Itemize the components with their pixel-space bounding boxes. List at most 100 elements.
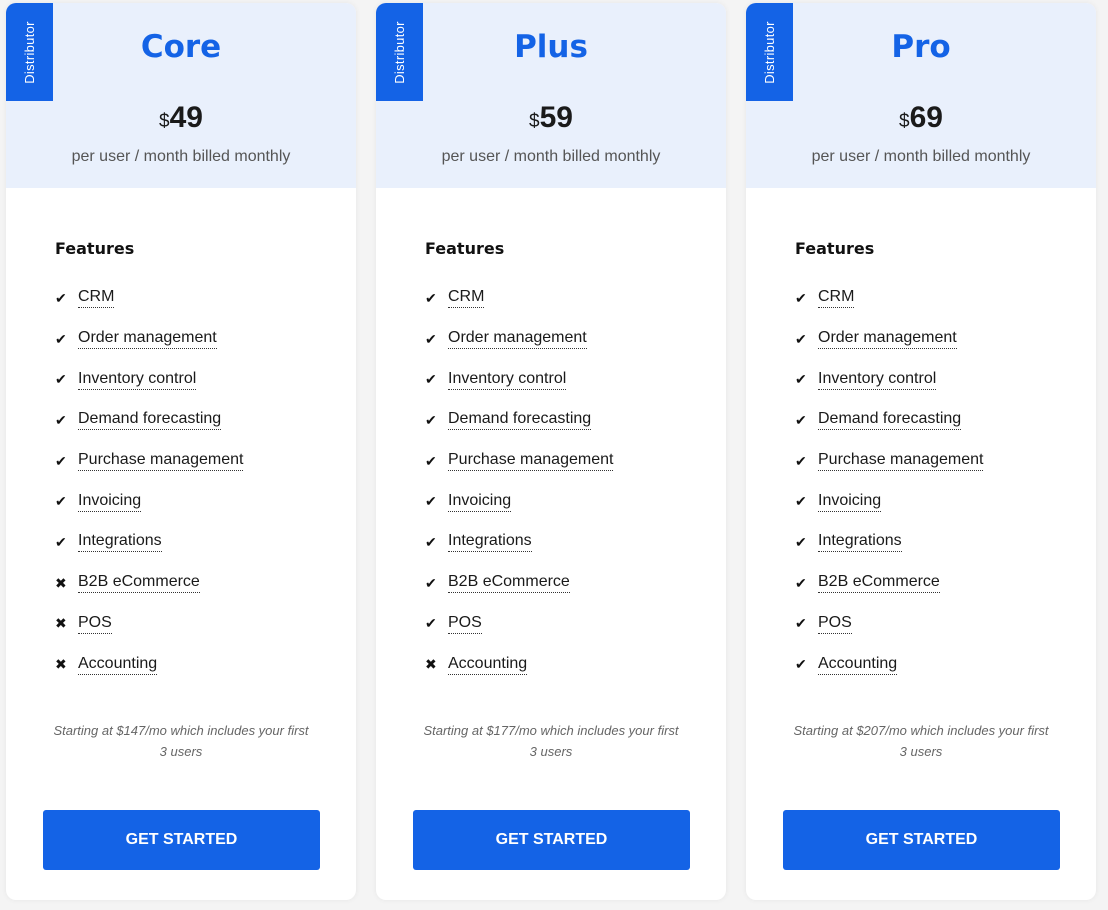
feature-label[interactable]: CRM [818,288,855,309]
features-list: Features ✔ CRM ✔ Order management ✔ Inventory… [795,239,984,685]
feature-label[interactable]: POS [448,614,482,634]
check-icon: ✔ [795,452,807,469]
check-icon: ✔ [795,615,807,632]
feature-label[interactable]: Invoicing [448,492,512,512]
feature-label[interactable]: Inventory control [448,370,567,390]
feature-item: ✔ CRM [425,278,613,319]
feature-label[interactable]: Integrations [448,532,532,553]
feature-label[interactable]: Inventory control [818,370,937,390]
feature-label[interactable]: Demand forecasting [818,410,962,431]
card-header: Distributor Core $49 per user / month bi… [6,3,356,188]
check-icon: ✔ [425,493,437,510]
check-icon: ✔ [425,330,437,347]
feature-label[interactable]: Purchase management [448,451,614,472]
feature-label[interactable]: Invoicing [818,492,882,512]
price-amount: 49 [169,101,203,134]
feature-label[interactable]: Order management [448,329,587,350]
check-icon: ✔ [795,493,807,510]
feature-item: ✔ Demand forecasting [55,400,243,441]
feature-label[interactable]: Order management [818,329,957,350]
feature-label[interactable]: Order management [78,329,217,350]
features-heading: Features [55,239,135,258]
feature-label[interactable]: Purchase management [78,451,244,472]
feature-label[interactable]: Accounting [78,655,158,675]
feature-label[interactable]: POS [818,614,852,634]
check-icon: ✔ [55,533,67,550]
feature-item: ✔ CRM [795,278,983,319]
check-icon: ✔ [795,411,807,428]
feature-item: ✔ Demand forecasting [425,400,613,441]
check-icon: ✔ [55,371,67,388]
plan-price: $49 [6,101,356,135]
feature-item: ✔ Inventory control [425,359,613,400]
plan-price: $69 [746,101,1096,135]
feature-item: ✔ Order management [425,319,613,360]
plan-price: $59 [376,101,726,135]
feature-label[interactable]: Integrations [78,532,162,553]
check-icon: ✔ [795,371,807,388]
plan-name: Pro [891,29,951,65]
billing-period: per user / month billed monthly [71,148,291,165]
feature-item: ✔ Purchase management [795,441,984,482]
features-heading: Features [425,239,505,258]
check-icon: ✔ [425,615,437,632]
feature-item: ✔ Order management [795,319,983,360]
billing-period: per user / month billed monthly [811,148,1031,165]
feature-label[interactable]: Integrations [818,532,902,553]
feature-item: ✔ Accounting [795,644,983,685]
check-icon: ✔ [425,289,437,306]
x-icon: ✖ [55,656,67,673]
feature-label[interactable]: Accounting [818,655,898,675]
feature-item: ✔ Demand forecasting [795,400,983,441]
check-icon: ✔ [795,289,807,306]
feature-label[interactable]: Demand forecasting [78,410,222,431]
pricing-card-plus: Distributor Plus $59 per user / month bi… [376,3,726,900]
currency-symbol: $ [529,111,540,132]
pricing-cards: Distributor Core $49 per user / month bi… [6,3,1096,900]
feature-label[interactable]: Accounting [448,655,528,675]
check-icon: ✔ [425,452,437,469]
starting-price-note: Starting at $207/mo which includes your … [793,723,1049,759]
starting-price-note: Starting at $147/mo which includes your … [53,723,309,759]
feature-label[interactable]: Inventory control [78,370,197,390]
features-list: Features ✔ CRM ✔ Order management ✔ Inventory… [425,239,614,685]
price-amount: 59 [539,101,573,134]
check-icon: ✔ [425,411,437,428]
feature-item: ✔ Invoicing [55,481,243,522]
feature-item: ✔ POS [795,604,983,645]
feature-label[interactable]: Purchase management [818,451,984,472]
feature-item: ✔ Order management [55,319,243,360]
feature-item: ✔ Integrations [425,522,613,563]
check-icon: ✔ [795,330,807,347]
feature-label[interactable]: CRM [78,288,115,309]
feature-item: ✔ POS [425,604,613,645]
feature-item: ✔ Inventory control [795,359,983,400]
get-started-button[interactable]: GET STARTED [413,810,690,870]
feature-label[interactable]: B2B eCommerce [818,573,940,594]
feature-item: ✖ Accounting [425,644,613,685]
feature-item: ✖ Accounting [55,644,243,685]
feature-item: ✖ POS [55,604,243,645]
feature-label[interactable]: POS [78,614,112,634]
check-icon: ✔ [795,574,807,591]
currency-symbol: $ [899,111,910,132]
check-icon: ✔ [795,533,807,550]
feature-label[interactable]: CRM [448,288,485,309]
x-icon: ✖ [425,656,437,673]
starting-price-note: Starting at $177/mo which includes your … [423,723,679,759]
billing-period: per user / month billed monthly [441,148,661,165]
feature-label[interactable]: B2B eCommerce [78,573,200,594]
feature-label[interactable]: Invoicing [78,492,142,512]
check-icon: ✔ [795,656,807,673]
check-icon: ✔ [55,493,67,510]
feature-label[interactable]: B2B eCommerce [448,573,570,594]
feature-item: ✔ Integrations [55,522,243,563]
feature-label[interactable]: Demand forecasting [448,410,592,431]
check-icon: ✔ [425,574,437,591]
price-amount: 69 [909,101,943,134]
get-started-button[interactable]: GET STARTED [43,810,320,870]
feature-item: ✔ Purchase management [425,441,614,482]
get-started-button[interactable]: GET STARTED [783,810,1060,870]
feature-item: ✔ Purchase management [55,441,244,482]
feature-item: ✔ Inventory control [55,359,243,400]
